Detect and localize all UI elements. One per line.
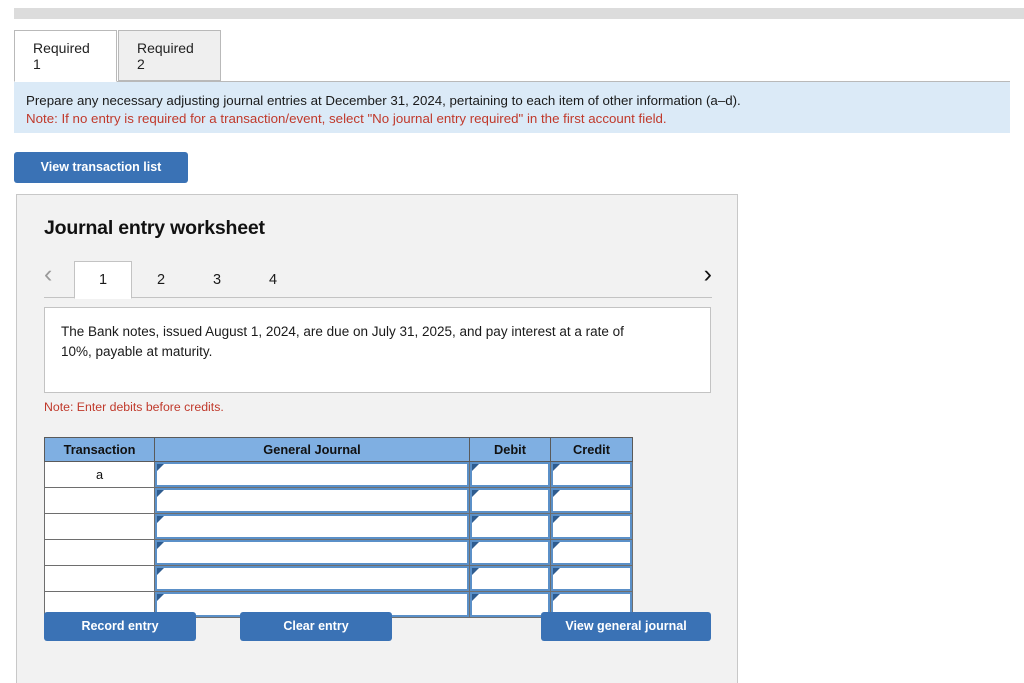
table-header-row: Transaction General Journal Debit Credit	[44, 437, 633, 462]
record-entry-button[interactable]: Record entry	[44, 612, 196, 641]
general-journal-cell[interactable]	[154, 539, 470, 566]
column-header-general-journal: General Journal	[154, 437, 470, 462]
table-row	[44, 487, 633, 514]
general-journal-input-4[interactable]	[155, 540, 469, 565]
transaction-label-cell	[44, 539, 155, 566]
view-general-journal-button[interactable]: View general journal	[541, 612, 711, 641]
transaction-description-text: The Bank notes, issued August 1, 2024, a…	[61, 324, 624, 359]
credit-cell[interactable]	[550, 461, 633, 488]
credit-input-3[interactable]	[551, 514, 632, 539]
credit-input-2[interactable]	[551, 488, 632, 513]
transaction-description-box: The Bank notes, issued August 1, 2024, a…	[44, 307, 711, 393]
debit-input-2[interactable]	[470, 488, 550, 513]
debit-input-4[interactable]	[470, 540, 550, 565]
table-row	[44, 565, 633, 592]
debit-input-6[interactable]	[470, 592, 550, 617]
debits-before-credits-note: Note: Enter debits before credits.	[44, 400, 224, 414]
column-header-credit: Credit	[550, 437, 633, 462]
view-transaction-list-button[interactable]: View transaction list	[14, 152, 188, 183]
worksheet-page-3[interactable]: 3	[188, 261, 246, 298]
credit-cell[interactable]	[550, 565, 633, 592]
journal-entry-worksheet-panel: Journal entry worksheet ‹ 1 2 3 4 › The …	[16, 194, 738, 683]
tab-required-1-label: Required 1	[33, 40, 90, 72]
credit-cell[interactable]	[550, 539, 633, 566]
journal-entry-table: Transaction General Journal Debit Credit…	[44, 437, 633, 618]
instruction-text: Prepare any necessary adjusting journal …	[26, 93, 741, 108]
instruction-note: Note: If no entry is required for a tran…	[26, 111, 667, 126]
worksheet-title: Journal entry worksheet	[44, 217, 265, 239]
top-gray-bar	[14, 8, 1024, 19]
worksheet-page-3-label: 3	[212, 271, 222, 288]
debit-input-1[interactable]	[470, 462, 550, 487]
debit-input-3[interactable]	[470, 514, 550, 539]
general-journal-input-1[interactable]	[155, 462, 469, 487]
general-journal-cell[interactable]	[154, 565, 470, 592]
instruction-banner: Prepare any necessary adjusting journal …	[14, 82, 1010, 133]
debit-cell[interactable]	[469, 461, 551, 488]
credit-cell[interactable]	[550, 513, 633, 540]
worksheet-page-2-label: 2	[156, 271, 166, 288]
general-journal-input-2[interactable]	[155, 488, 469, 513]
column-header-debit: Debit	[469, 437, 551, 462]
transaction-label-cell	[44, 513, 155, 540]
general-journal-cell[interactable]	[154, 487, 470, 514]
debit-input-5[interactable]	[470, 566, 550, 591]
clear-entry-button[interactable]: Clear entry	[240, 612, 392, 641]
transaction-label-cell	[44, 487, 155, 514]
tab-required-2[interactable]: Required 2	[118, 30, 221, 81]
tab-required-1[interactable]: Required 1	[14, 30, 117, 82]
worksheet-pager: ‹ 1 2 3 4 ›	[44, 255, 712, 299]
debit-cell[interactable]	[469, 591, 551, 618]
credit-input-4[interactable]	[551, 540, 632, 565]
general-journal-input-5[interactable]	[155, 566, 469, 591]
tab-required-2-label: Required 2	[137, 39, 194, 72]
worksheet-page-2[interactable]: 2	[132, 261, 190, 298]
chevron-right-icon[interactable]: ›	[704, 259, 712, 289]
worksheet-page-1[interactable]: 1	[74, 261, 132, 299]
required-tabbar: Required 1 Required 2	[14, 30, 1010, 82]
column-header-transaction: Transaction	[44, 437, 155, 462]
worksheet-page-4[interactable]: 4	[244, 261, 302, 298]
general-journal-cell[interactable]	[154, 513, 470, 540]
transaction-label-cell: a	[44, 461, 155, 488]
worksheet-page-4-label: 4	[268, 271, 278, 288]
general-journal-cell[interactable]	[154, 461, 470, 488]
credit-input-1[interactable]	[551, 462, 632, 487]
credit-cell[interactable]	[550, 487, 633, 514]
credit-input-5[interactable]	[551, 566, 632, 591]
table-row: a	[44, 461, 633, 488]
chevron-left-icon[interactable]: ‹	[44, 259, 52, 289]
table-row	[44, 539, 633, 566]
table-row	[44, 513, 633, 540]
worksheet-page-1-label: 1	[98, 272, 108, 288]
debit-cell[interactable]	[469, 539, 551, 566]
debit-cell[interactable]	[469, 565, 551, 592]
debit-cell[interactable]	[469, 487, 551, 514]
debit-cell[interactable]	[469, 513, 551, 540]
general-journal-input-3[interactable]	[155, 514, 469, 539]
transaction-label-cell	[44, 565, 155, 592]
